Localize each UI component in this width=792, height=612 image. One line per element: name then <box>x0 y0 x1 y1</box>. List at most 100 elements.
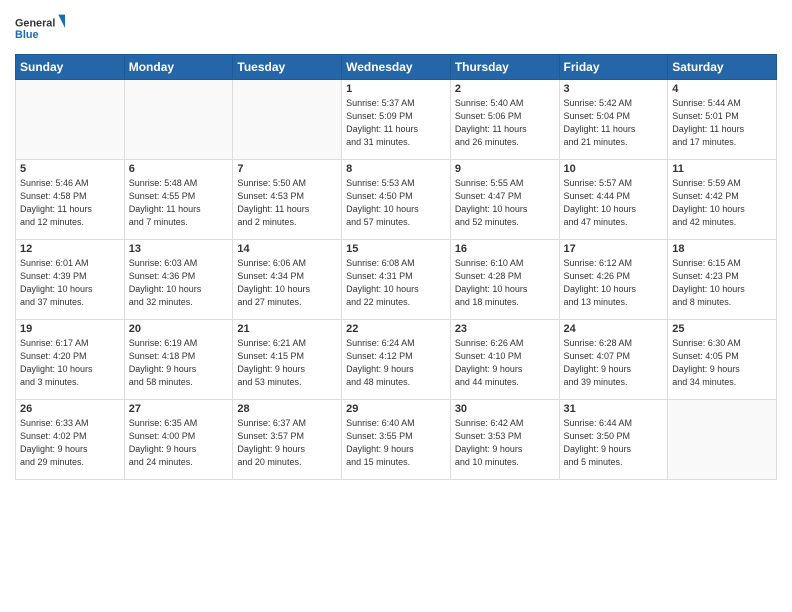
day-info: Sunrise: 6:35 AM Sunset: 4:00 PM Dayligh… <box>129 417 229 469</box>
day-info: Sunrise: 6:21 AM Sunset: 4:15 PM Dayligh… <box>237 337 337 389</box>
week-row-2: 12 Sunrise: 6:01 AM Sunset: 4:39 PM Dayli… <box>16 240 777 320</box>
calendar-cell: 5 Sunrise: 5:46 AM Sunset: 4:58 PM Daylig… <box>16 160 125 240</box>
week-row-1: 5 Sunrise: 5:46 AM Sunset: 4:58 PM Daylig… <box>16 160 777 240</box>
weekday-header-row: SundayMondayTuesdayWednesdayThursdayFrid… <box>16 55 777 80</box>
page: General Blue SundayMondayTuesdayWednesda… <box>0 0 792 612</box>
calendar-cell: 20 Sunrise: 6:19 AM Sunset: 4:18 PM Dayli… <box>124 320 233 400</box>
calendar-cell: 29Sunrise: 6:40 AM Sunset: 3:55 PM Dayli… <box>342 400 451 480</box>
day-number: 3 <box>564 83 664 95</box>
calendar-cell: 18 Sunrise: 6:15 AM Sunset: 4:23 PM Dayli… <box>668 240 777 320</box>
calendar-cell: 12 Sunrise: 6:01 AM Sunset: 4:39 PM Dayli… <box>16 240 125 320</box>
day-info: Sunrise: 5:37 AM Sunset: 5:09 PM Dayligh… <box>346 97 446 149</box>
day-number: 23 <box>455 323 555 335</box>
day-number: 20 <box>129 323 229 335</box>
calendar-cell: 11Sunrise: 5:59 AM Sunset: 4:42 PM Dayli… <box>668 160 777 240</box>
calendar-cell: 23 Sunrise: 6:26 AM Sunset: 4:10 PM Dayli… <box>450 320 559 400</box>
calendar-cell <box>233 80 342 160</box>
calendar-cell: 14 Sunrise: 6:06 AM Sunset: 4:34 PM Dayli… <box>233 240 342 320</box>
logo-svg: General Blue <box>15 10 65 46</box>
calendar: SundayMondayTuesdayWednesdayThursdayFrid… <box>15 54 777 480</box>
day-info: Sunrise: 6:33 AM Sunset: 4:02 PM Dayligh… <box>20 417 120 469</box>
day-info: Sunrise: 5:46 AM Sunset: 4:58 PM Dayligh… <box>20 177 120 229</box>
day-number: 21 <box>237 323 337 335</box>
day-info: Sunrise: 6:08 AM Sunset: 4:31 PM Dayligh… <box>346 257 446 309</box>
week-row-0: 1Sunrise: 5:37 AM Sunset: 5:09 PM Daylig… <box>16 80 777 160</box>
weekday-header-tuesday: Tuesday <box>233 55 342 80</box>
weekday-header-wednesday: Wednesday <box>342 55 451 80</box>
day-number: 2 <box>455 83 555 95</box>
day-info: Sunrise: 6:10 AM Sunset: 4:28 PM Dayligh… <box>455 257 555 309</box>
day-number: 4 <box>672 83 772 95</box>
day-info: Sunrise: 6:24 AM Sunset: 4:12 PM Dayligh… <box>346 337 446 389</box>
day-info: Sunrise: 6:03 AM Sunset: 4:36 PM Dayligh… <box>129 257 229 309</box>
svg-text:Blue: Blue <box>15 29 38 41</box>
day-number: 11 <box>672 163 772 175</box>
day-info: Sunrise: 6:42 AM Sunset: 3:53 PM Dayligh… <box>455 417 555 469</box>
calendar-cell: 19Sunrise: 6:17 AM Sunset: 4:20 PM Dayli… <box>16 320 125 400</box>
day-info: Sunrise: 6:15 AM Sunset: 4:23 PM Dayligh… <box>672 257 772 309</box>
day-info: Sunrise: 5:57 AM Sunset: 4:44 PM Dayligh… <box>564 177 664 229</box>
day-number: 27 <box>129 403 229 415</box>
day-info: Sunrise: 6:01 AM Sunset: 4:39 PM Dayligh… <box>20 257 120 309</box>
day-info: Sunrise: 6:12 AM Sunset: 4:26 PM Dayligh… <box>564 257 664 309</box>
calendar-cell <box>668 400 777 480</box>
day-number: 7 <box>237 163 337 175</box>
day-info: Sunrise: 5:55 AM Sunset: 4:47 PM Dayligh… <box>455 177 555 229</box>
calendar-cell: 15 Sunrise: 6:08 AM Sunset: 4:31 PM Dayli… <box>342 240 451 320</box>
day-number: 15 <box>346 243 446 255</box>
day-info: Sunrise: 5:53 AM Sunset: 4:50 PM Dayligh… <box>346 177 446 229</box>
day-number: 9 <box>455 163 555 175</box>
day-info: Sunrise: 6:19 AM Sunset: 4:18 PM Dayligh… <box>129 337 229 389</box>
day-number: 8 <box>346 163 446 175</box>
calendar-cell: 26Sunrise: 6:33 AM Sunset: 4:02 PM Dayli… <box>16 400 125 480</box>
calendar-cell: 30Sunrise: 6:42 AM Sunset: 3:53 PM Dayli… <box>450 400 559 480</box>
header: General Blue <box>15 10 777 46</box>
day-info: Sunrise: 6:37 AM Sunset: 3:57 PM Dayligh… <box>237 417 337 469</box>
calendar-cell: 21 Sunrise: 6:21 AM Sunset: 4:15 PM Dayli… <box>233 320 342 400</box>
logo: General Blue <box>15 10 65 46</box>
weekday-header-saturday: Saturday <box>668 55 777 80</box>
day-info: Sunrise: 6:40 AM Sunset: 3:55 PM Dayligh… <box>346 417 446 469</box>
calendar-cell: 27 Sunrise: 6:35 AM Sunset: 4:00 PM Dayli… <box>124 400 233 480</box>
calendar-cell: 16Sunrise: 6:10 AM Sunset: 4:28 PM Dayli… <box>450 240 559 320</box>
day-info: Sunrise: 6:06 AM Sunset: 4:34 PM Dayligh… <box>237 257 337 309</box>
week-row-3: 19Sunrise: 6:17 AM Sunset: 4:20 PM Dayli… <box>16 320 777 400</box>
calendar-cell <box>16 80 125 160</box>
calendar-cell: 8 Sunrise: 5:53 AM Sunset: 4:50 PM Daylig… <box>342 160 451 240</box>
calendar-cell: 31 Sunrise: 6:44 AM Sunset: 3:50 PM Dayli… <box>559 400 668 480</box>
day-info: Sunrise: 6:26 AM Sunset: 4:10 PM Dayligh… <box>455 337 555 389</box>
weekday-header-sunday: Sunday <box>16 55 125 80</box>
calendar-cell: 10 Sunrise: 5:57 AM Sunset: 4:44 PM Dayli… <box>559 160 668 240</box>
day-info: Sunrise: 5:44 AM Sunset: 5:01 PM Dayligh… <box>672 97 772 149</box>
calendar-cell <box>124 80 233 160</box>
calendar-cell: 28 Sunrise: 6:37 AM Sunset: 3:57 PM Dayli… <box>233 400 342 480</box>
calendar-cell: 17 Sunrise: 6:12 AM Sunset: 4:26 PM Dayli… <box>559 240 668 320</box>
day-info: Sunrise: 5:48 AM Sunset: 4:55 PM Dayligh… <box>129 177 229 229</box>
day-number: 24 <box>564 323 664 335</box>
day-info: Sunrise: 5:40 AM Sunset: 5:06 PM Dayligh… <box>455 97 555 149</box>
calendar-cell: 7Sunrise: 5:50 AM Sunset: 4:53 PM Daylig… <box>233 160 342 240</box>
calendar-cell: 3Sunrise: 5:42 AM Sunset: 5:04 PM Daylig… <box>559 80 668 160</box>
day-number: 18 <box>672 243 772 255</box>
day-number: 12 <box>20 243 120 255</box>
calendar-cell: 24Sunrise: 6:28 AM Sunset: 4:07 PM Dayli… <box>559 320 668 400</box>
day-number: 5 <box>20 163 120 175</box>
calendar-cell: 13Sunrise: 6:03 AM Sunset: 4:36 PM Dayli… <box>124 240 233 320</box>
weekday-header-monday: Monday <box>124 55 233 80</box>
day-info: Sunrise: 6:30 AM Sunset: 4:05 PM Dayligh… <box>672 337 772 389</box>
calendar-cell: 1Sunrise: 5:37 AM Sunset: 5:09 PM Daylig… <box>342 80 451 160</box>
day-number: 31 <box>564 403 664 415</box>
calendar-cell: 22 Sunrise: 6:24 AM Sunset: 4:12 PM Dayli… <box>342 320 451 400</box>
svg-text:General: General <box>15 17 55 29</box>
day-number: 10 <box>564 163 664 175</box>
calendar-cell: 6 Sunrise: 5:48 AM Sunset: 4:55 PM Daylig… <box>124 160 233 240</box>
day-number: 6 <box>129 163 229 175</box>
week-row-4: 26Sunrise: 6:33 AM Sunset: 4:02 PM Dayli… <box>16 400 777 480</box>
calendar-cell: 2 Sunrise: 5:40 AM Sunset: 5:06 PM Daylig… <box>450 80 559 160</box>
day-number: 14 <box>237 243 337 255</box>
day-number: 28 <box>237 403 337 415</box>
day-info: Sunrise: 6:17 AM Sunset: 4:20 PM Dayligh… <box>20 337 120 389</box>
day-number: 22 <box>346 323 446 335</box>
day-number: 17 <box>564 243 664 255</box>
day-info: Sunrise: 6:44 AM Sunset: 3:50 PM Dayligh… <box>564 417 664 469</box>
